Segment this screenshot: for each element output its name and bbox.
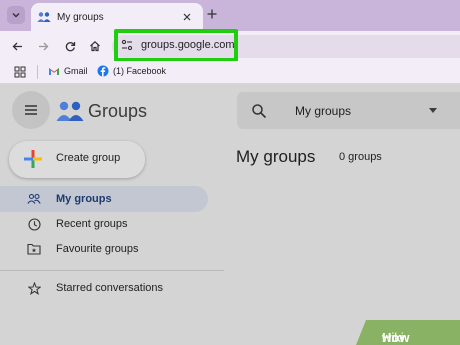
create-group-label: Create group (56, 152, 121, 164)
nav-item-favourite-groups[interactable]: Favourite groups (0, 236, 208, 262)
watermark-part2: How (382, 330, 410, 345)
create-group-button[interactable]: Create group (9, 141, 145, 178)
group-count: 0 groups (339, 151, 382, 163)
new-tab-button[interactable] (203, 5, 221, 23)
app-brand: Groups (88, 101, 148, 121)
forward-button[interactable] (35, 38, 51, 54)
bookmark-gmail[interactable]: Gmail (48, 65, 88, 77)
bookmarks-separator (37, 65, 38, 79)
nav-item-starred-conversations[interactable]: Starred conversations (0, 275, 208, 301)
star-icon (27, 281, 41, 295)
home-icon (90, 40, 100, 52)
nav-item-label: Favourite groups (56, 243, 139, 255)
facebook-icon (97, 65, 109, 77)
nav-item-label: Starred conversations (56, 282, 163, 294)
search-scope-label: My groups (295, 104, 352, 118)
tab-my-groups[interactable]: My groups (31, 3, 203, 31)
nav-item-my-groups[interactable]: My groups (0, 186, 208, 212)
bookmark-label: (1) Facebook (113, 66, 167, 76)
group-search-bar[interactable]: My groups (237, 92, 460, 129)
nav-item-label: My groups (56, 193, 112, 205)
apps-grid-icon[interactable] (14, 66, 26, 78)
tab-search-button[interactable] (7, 6, 25, 24)
groups-logo-icon (56, 101, 84, 121)
bookmark-facebook[interactable]: (1) Facebook (97, 65, 166, 77)
main-menu-button[interactable] (12, 91, 50, 129)
home-button[interactable] (87, 38, 103, 54)
tab-bar: My groups (0, 0, 460, 31)
colorful-plus-icon (24, 150, 42, 168)
gmail-icon (49, 68, 59, 75)
bookmark-label: Gmail (64, 66, 88, 76)
groups-favicon-icon (37, 12, 51, 22)
watermark: wiki How (356, 320, 460, 345)
plus-icon (207, 9, 217, 19)
search-icon (252, 104, 267, 119)
arrow-left-icon (12, 42, 22, 50)
nav-item-label: Recent groups (56, 218, 128, 230)
clock-icon (27, 217, 41, 231)
close-icon[interactable] (179, 9, 195, 25)
url-highlight-box (114, 29, 238, 62)
nav-item-recent-groups[interactable]: Recent groups (0, 211, 208, 237)
sidebar-divider (0, 270, 224, 271)
arrow-right-icon (38, 42, 48, 50)
chevron-down-icon (12, 13, 20, 18)
folder-star-icon (27, 242, 41, 256)
bookmarks-bar: Gmail (1) Facebook (0, 61, 460, 84)
dropdown-caret-icon[interactable] (429, 108, 437, 113)
groups-icon (27, 192, 41, 206)
reload-button[interactable] (62, 38, 78, 54)
page-title: My groups (236, 147, 316, 166)
hamburger-icon (25, 105, 37, 115)
back-button[interactable] (9, 38, 25, 54)
tab-title: My groups (57, 11, 104, 23)
reload-icon (65, 41, 75, 51)
